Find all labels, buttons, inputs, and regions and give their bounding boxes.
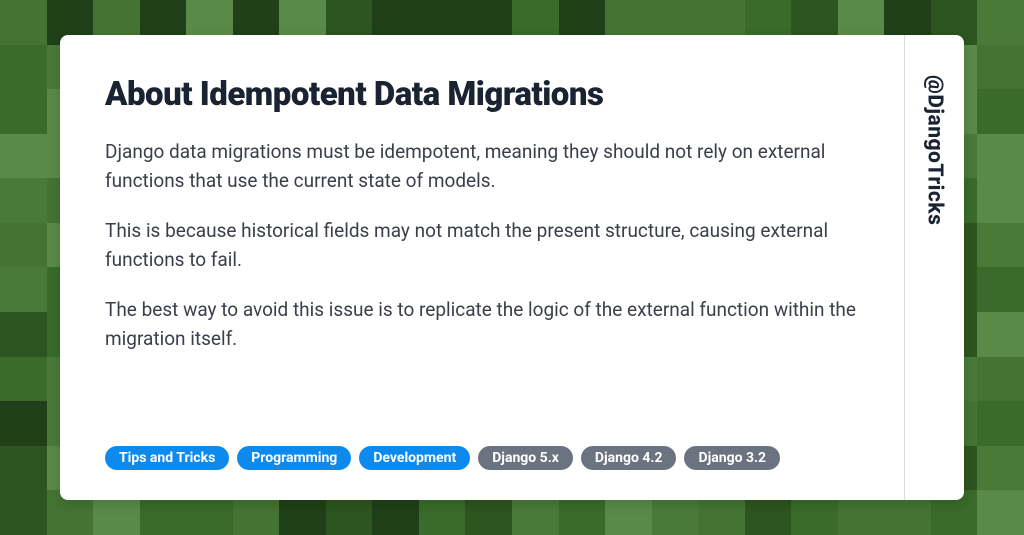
tag[interactable]: Django 3.2 bbox=[684, 446, 780, 470]
paragraph: The best way to avoid this issue is to r… bbox=[105, 296, 864, 353]
sidebar: @DjangoTricks bbox=[904, 35, 964, 500]
tag[interactable]: Programming bbox=[237, 446, 351, 470]
twitter-handle[interactable]: @DjangoTricks bbox=[923, 75, 947, 225]
paragraph: This is because historical fields may no… bbox=[105, 217, 864, 274]
main-content: About Idempotent Data Migrations Django … bbox=[60, 35, 904, 500]
tag[interactable]: Tips and Tricks bbox=[105, 446, 229, 470]
page-title: About Idempotent Data Migrations bbox=[105, 75, 864, 114]
tag[interactable]: Development bbox=[359, 446, 470, 470]
tag[interactable]: Django 5.x bbox=[478, 446, 573, 470]
paragraph: Django data migrations must be idempoten… bbox=[105, 138, 864, 195]
tag[interactable]: Django 4.2 bbox=[581, 446, 677, 470]
content-card: About Idempotent Data Migrations Django … bbox=[60, 35, 964, 500]
body-text: Django data migrations must be idempoten… bbox=[105, 138, 864, 426]
tags-container: Tips and Tricks Programming Development … bbox=[105, 446, 864, 470]
